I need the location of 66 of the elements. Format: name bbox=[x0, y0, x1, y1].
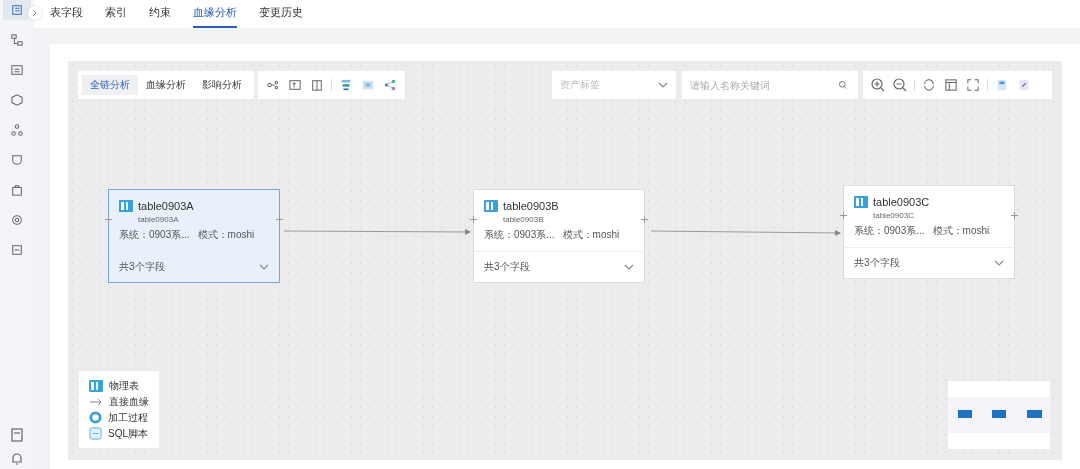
plus-icon[interactable] bbox=[470, 216, 477, 223]
field-count: 共3个字段 bbox=[854, 256, 900, 270]
table-node[interactable]: table0903B table0903B 系统：0903系... 模式：moshi 共3个字段 bbox=[473, 189, 645, 283]
text-box-icon[interactable] bbox=[289, 79, 301, 91]
document-icon[interactable] bbox=[10, 428, 24, 442]
zoom-in-icon[interactable] bbox=[871, 78, 885, 92]
plus-icon[interactable] bbox=[641, 216, 648, 223]
chevron-down-icon[interactable] bbox=[994, 260, 1004, 266]
bell-icon[interactable] bbox=[10, 452, 24, 466]
tab[interactable]: 表字段 bbox=[50, 0, 83, 28]
node-system: 系统：0903系... bbox=[854, 224, 925, 238]
node-title: table0903C bbox=[873, 196, 930, 208]
collapse-icon[interactable] bbox=[28, 6, 42, 20]
node-system: 系统：0903系... bbox=[119, 228, 190, 242]
process-icon bbox=[89, 411, 102, 424]
plus-icon[interactable] bbox=[840, 212, 847, 219]
node-title: table0903B bbox=[503, 200, 559, 212]
tab[interactable]: 变更历史 bbox=[259, 0, 303, 28]
export-icon[interactable] bbox=[1018, 79, 1030, 91]
node-subtitle: table0903A bbox=[137, 215, 180, 224]
fullscreen-icon[interactable] bbox=[967, 79, 979, 91]
table-icon bbox=[484, 200, 498, 212]
legend-label: 加工过程 bbox=[108, 410, 148, 425]
node-title: table0903A bbox=[138, 200, 194, 212]
arrow-icon bbox=[89, 397, 103, 406]
save-image-icon[interactable] bbox=[996, 79, 1008, 91]
stack-icon[interactable] bbox=[340, 79, 352, 91]
node-subtitle: table0903C bbox=[872, 211, 915, 220]
search-field[interactable]: 请输入名称关键词 bbox=[682, 71, 858, 99]
connect-icon[interactable] bbox=[384, 79, 396, 91]
node-schema: 模式：moshi bbox=[197, 228, 255, 242]
zoom-out-icon[interactable] bbox=[893, 78, 907, 92]
analysis-mode-tab[interactable]: 血缘分析 bbox=[138, 75, 194, 95]
table-icon bbox=[89, 379, 103, 392]
legend-label: 物理表 bbox=[109, 378, 139, 393]
analysis-mode-tab[interactable]: 影响分析 bbox=[194, 75, 250, 95]
table-icon bbox=[119, 200, 133, 212]
analysis-mode-tab[interactable]: 全链分析 bbox=[82, 75, 138, 95]
tab[interactable]: 血缘分析 bbox=[193, 0, 237, 28]
chevron-down-icon[interactable] bbox=[259, 264, 269, 270]
tab[interactable]: 索引 bbox=[105, 0, 127, 28]
plus-icon[interactable] bbox=[105, 216, 112, 223]
plus-icon[interactable] bbox=[1011, 212, 1018, 219]
clipboard-icon[interactable] bbox=[311, 79, 323, 91]
table-node[interactable]: table0903A table0903A 系统：0903系... 模式：moshi 共3个字段 bbox=[108, 189, 280, 283]
chevron-down-icon[interactable] bbox=[658, 82, 668, 88]
tab[interactable]: 约束 bbox=[149, 0, 171, 28]
legend-label: 直接血缘 bbox=[109, 394, 149, 409]
script-icon bbox=[89, 427, 102, 440]
legend-label: SQL脚本 bbox=[108, 426, 148, 441]
node-schema: 模式：moshi bbox=[562, 228, 620, 242]
table-icon bbox=[854, 196, 868, 208]
refresh-icon[interactable] bbox=[923, 79, 935, 91]
node-system: 系统：0903系... bbox=[484, 228, 555, 242]
field-count: 共3个字段 bbox=[484, 260, 530, 274]
chevron-down-icon[interactable] bbox=[624, 264, 634, 270]
share-icon[interactable] bbox=[267, 79, 279, 91]
plus-icon[interactable] bbox=[276, 216, 283, 223]
field-count: 共3个字段 bbox=[119, 260, 165, 274]
grid-icon[interactable] bbox=[362, 79, 374, 91]
layout-icon[interactable] bbox=[945, 79, 957, 91]
list-icon[interactable] bbox=[3, 0, 31, 20]
table-node[interactable]: table0903C table0903C 系统：0903系... 模式：moshi 共3个字段 bbox=[843, 185, 1015, 279]
search-icon[interactable] bbox=[838, 80, 848, 90]
node-subtitle: table0903B bbox=[502, 215, 545, 224]
node-schema: 模式：moshi bbox=[932, 224, 990, 238]
